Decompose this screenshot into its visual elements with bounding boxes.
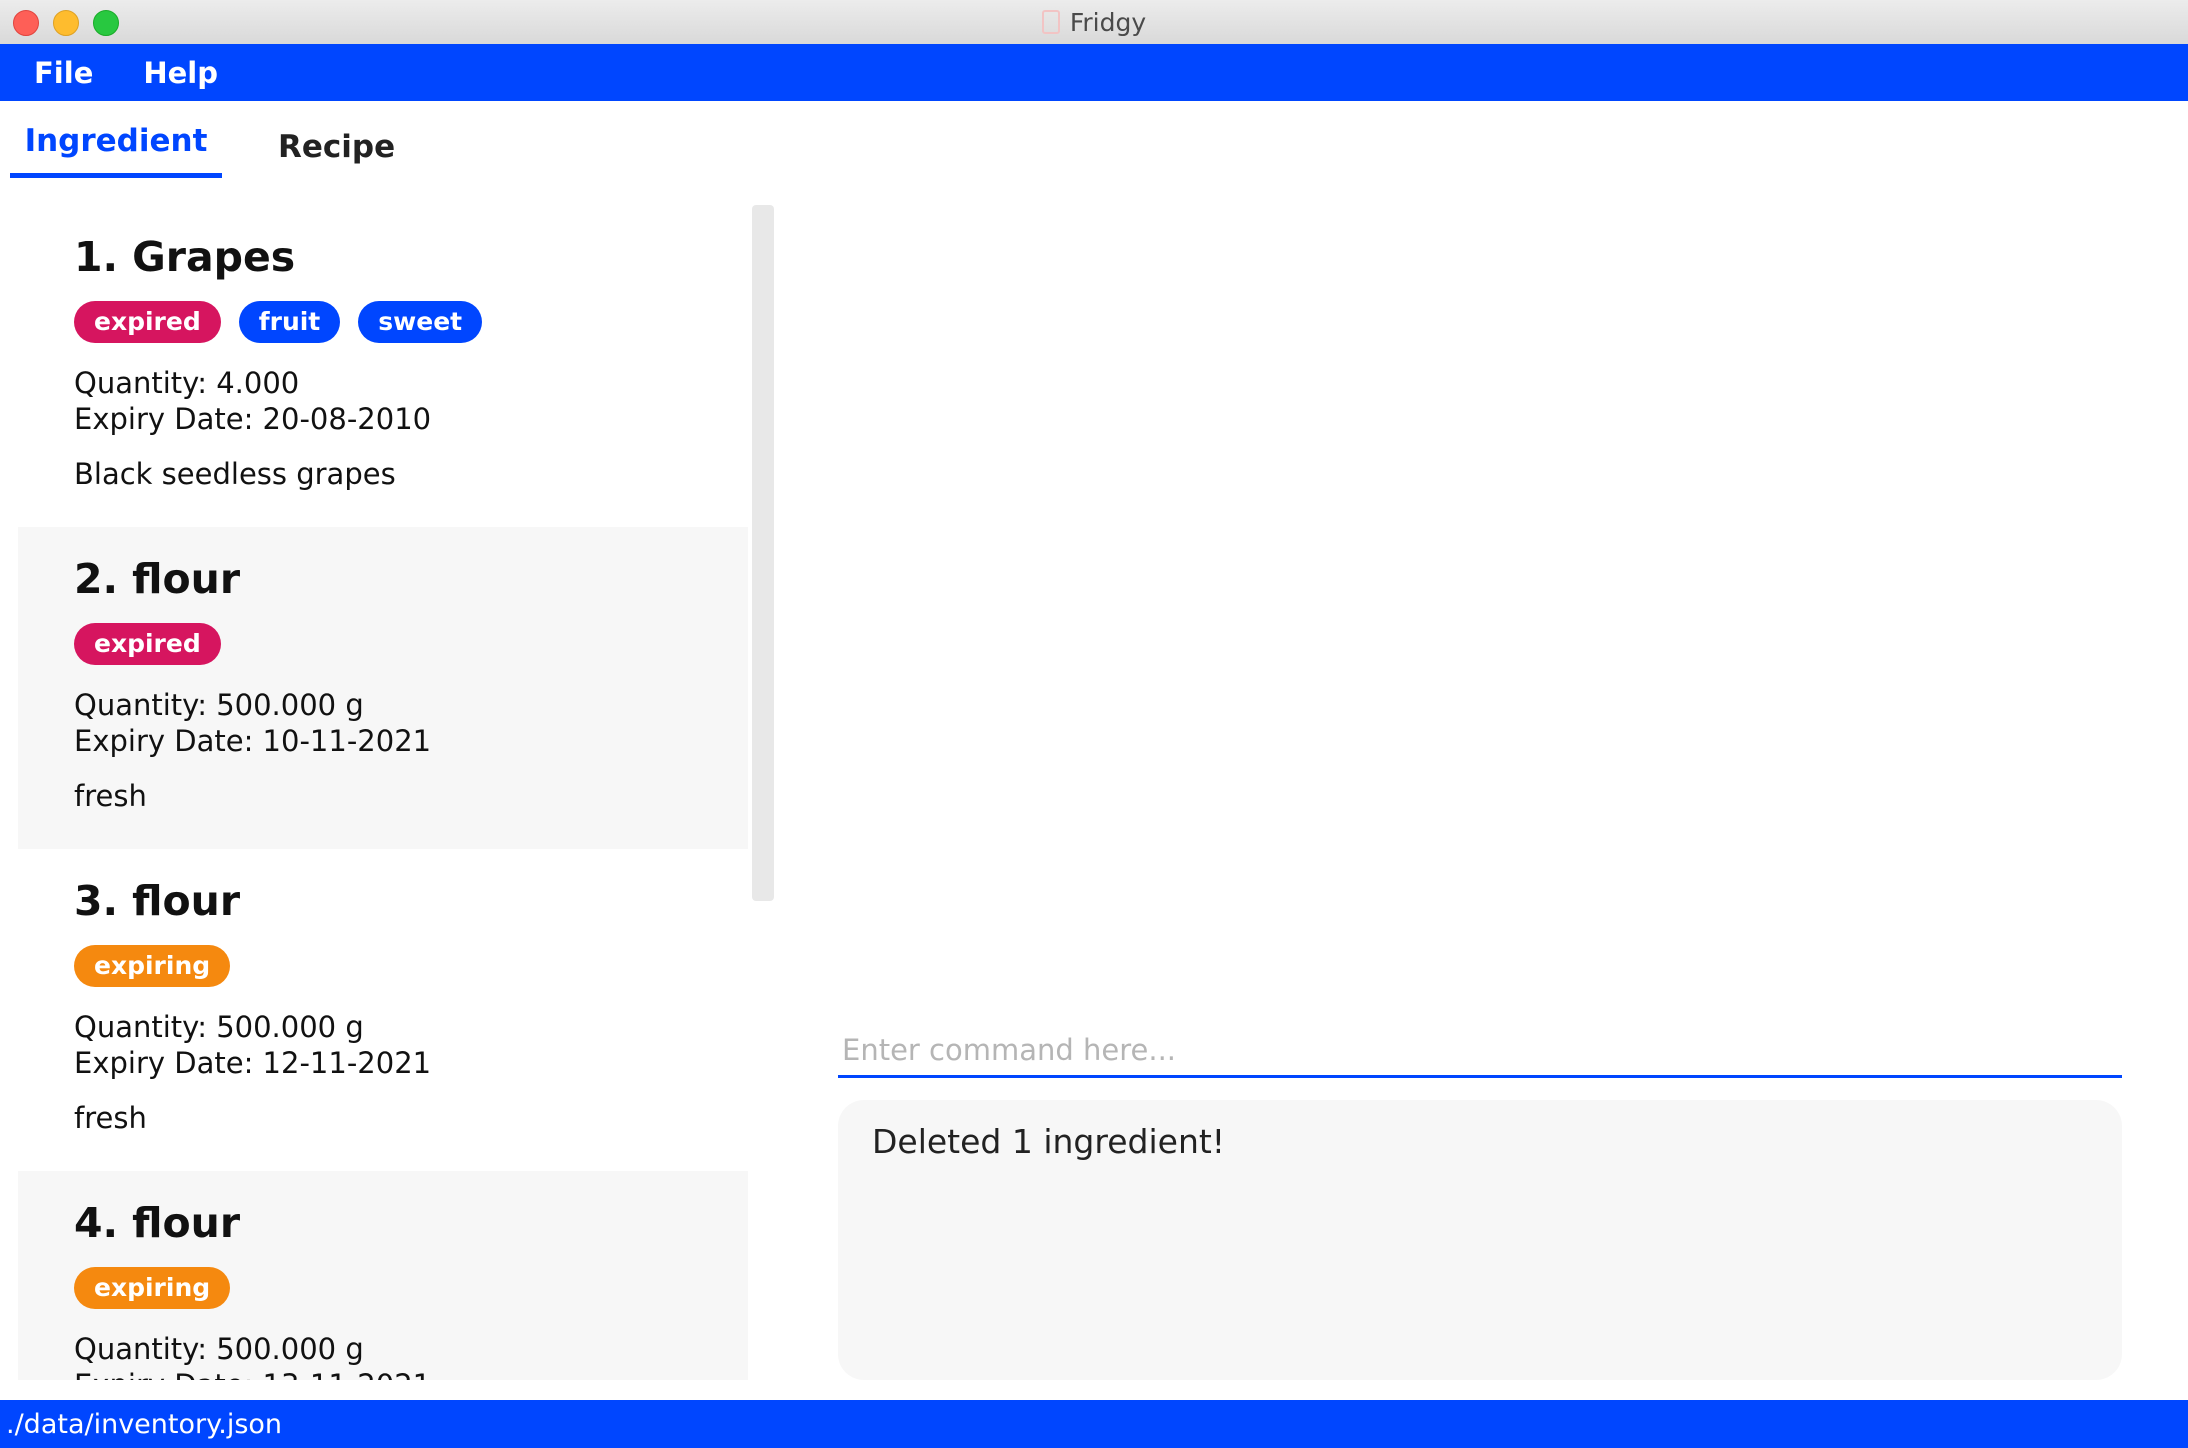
tag-expiring: expiring: [74, 1267, 231, 1309]
tag-list: expired: [74, 623, 748, 665]
result-text: Deleted 1 ingredient!: [872, 1122, 1226, 1161]
ingredient-title: 1. Grapes: [74, 233, 748, 281]
ingredient-name: Grapes: [132, 233, 296, 281]
window-title: Fridgy: [1069, 7, 1147, 37]
tag-fruit: fruit: [238, 301, 341, 343]
tag-sweet: sweet: [358, 301, 483, 343]
tab-ingredient[interactable]: Ingredient: [10, 123, 222, 178]
ingredient-card[interactable]: 1. Grapes expired fruit sweet Quantity: 4…: [18, 205, 748, 527]
ingredient-card[interactable]: 3. flour expiring Quantity: 500.000 g Exp…: [18, 849, 748, 1171]
ingredient-title: 3. flour: [74, 877, 748, 925]
tag-list: expiring: [74, 945, 748, 987]
ingredient-quantity: Quantity: 4.000: [74, 366, 300, 400]
title-wrap: Fridgy: [0, 0, 2188, 44]
ingredient-description: Black seedless grapes: [74, 457, 396, 491]
list-scrollbar[interactable]: [752, 205, 774, 901]
tag-expiring: expiring: [74, 945, 231, 987]
ingredient-name: flour: [132, 1199, 241, 1247]
ingredient-card[interactable]: 4. flour expiring Quantity: 500.000 g Exp…: [18, 1171, 748, 1380]
tag-list: expired fruit sweet: [74, 301, 748, 343]
ingredient-description: fresh: [74, 1101, 147, 1135]
ingredient-expiry: Expiry Date: 13-11-2021: [74, 1367, 748, 1380]
tag-list: expiring: [74, 1267, 748, 1309]
ingredient-index: 2.: [74, 555, 119, 603]
menu-help[interactable]: Help: [143, 56, 218, 90]
storage-path: ./data/inventory.json: [6, 1408, 283, 1440]
ingredient-expiry: Expiry Date: 10-11-2021: [74, 724, 432, 758]
tag-expired: expired: [74, 623, 221, 665]
tag-expired: expired: [74, 301, 221, 343]
ingredient-card[interactable]: 2. flour expired Quantity: 500.000 g Expi…: [18, 527, 748, 849]
ingredient-index: 3.: [74, 877, 119, 925]
ingredient-quantity: Quantity: 500.000 g: [74, 1010, 364, 1044]
ingredient-quantity: Quantity: 500.000 g: [74, 1332, 364, 1366]
window-titlebar: Fridgy: [0, 0, 2188, 45]
ingredient-quantity: Quantity: 500.000 g: [74, 688, 364, 722]
ingredient-index: 4.: [74, 1199, 119, 1247]
fridge-app-icon: [1041, 10, 1060, 34]
ingredient-expiry: Expiry Date: 20-08-2010: [74, 402, 432, 436]
ingredient-name: flour: [132, 555, 241, 603]
menu-file[interactable]: File: [34, 56, 93, 90]
tab-recipe[interactable]: Recipe: [278, 129, 395, 165]
ingredient-description: fresh: [74, 779, 147, 813]
menu-bar: File Help: [0, 44, 2188, 101]
ingredient-title: 4. flour: [74, 1199, 748, 1247]
ingredient-list[interactable]: 1. Grapes expired fruit sweet Quantity: 4…: [18, 205, 748, 1380]
status-bar: ./data/inventory.json: [0, 1400, 2188, 1448]
result-display: Deleted 1 ingredient!: [838, 1100, 2122, 1380]
ingredient-expiry: Expiry Date: 12-11-2021: [74, 1046, 432, 1080]
command-input[interactable]: [838, 1024, 2122, 1078]
tab-bar: Ingredient Recipe: [0, 101, 780, 181]
ingredient-title: 2. flour: [74, 555, 748, 603]
ingredient-index: 1.: [74, 233, 119, 281]
ingredient-name: flour: [132, 877, 241, 925]
